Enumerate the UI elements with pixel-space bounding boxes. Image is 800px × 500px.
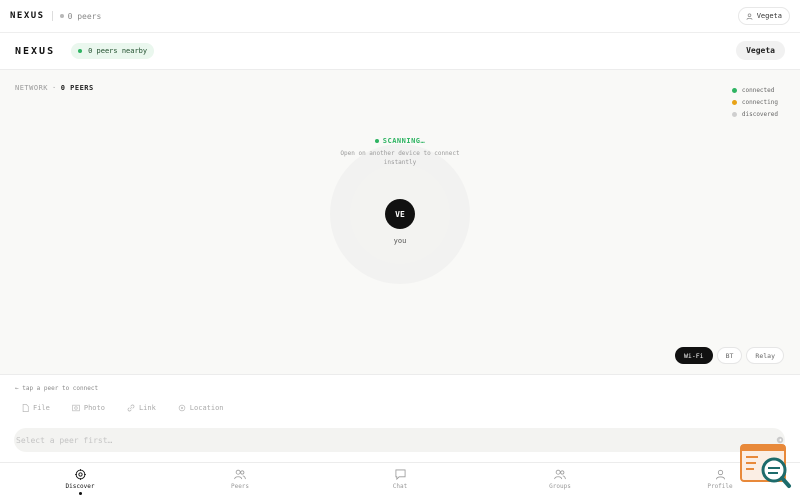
user-chip[interactable]: Vegeta: [737, 7, 790, 25]
nearby-label: 0 peers nearby: [88, 47, 148, 55]
compass-icon: [74, 469, 86, 480]
network-label: NETWORK · 0 PEERS: [15, 84, 94, 92]
page-title: NEXUS: [15, 45, 56, 57]
attach-photo-button[interactable]: Photo: [72, 404, 105, 412]
scan-hint: Open on another device to connect instan…: [0, 149, 800, 167]
attach-link-button[interactable]: Link: [127, 404, 156, 412]
scan-hint-line: Open on another device to connect: [340, 150, 460, 157]
users-icon: [234, 469, 246, 480]
transport-switcher: Wi-Fi BT Relay: [671, 347, 784, 364]
legend-dot-connected: [731, 87, 737, 93]
nearby-badge: 0 peers nearby: [71, 43, 155, 59]
legend-dot-connecting: [731, 99, 737, 105]
message-input[interactable]: [14, 428, 785, 452]
nearby-dot: [78, 49, 83, 53]
nav-label: Chat: [392, 483, 408, 490]
attach-photo-label: Photo: [83, 404, 105, 412]
attach-link-label: Link: [138, 404, 156, 412]
network-view: NETWORK · 0 PEERS connected connecting dis…: [0, 70, 800, 375]
transport-wifi[interactable]: Wi-Fi: [675, 347, 713, 364]
legend-label: discovered: [741, 110, 778, 118]
self-label: you: [393, 237, 407, 245]
user-icon: [715, 469, 725, 480]
network-label-text: NETWORK: [15, 84, 49, 92]
nav-label: Groups: [549, 483, 571, 490]
network-label-separator: ·: [52, 84, 57, 92]
scan-hint-line: instantly: [383, 159, 417, 166]
attach-location-button[interactable]: Location: [178, 404, 224, 412]
attach-location-label: Location: [189, 404, 224, 412]
user-icon: [746, 12, 753, 20]
nav-label: Peers: [230, 483, 250, 490]
bottom-nav: Discover Peers Chat Groups Profile: [0, 462, 800, 500]
file-icon: [22, 404, 29, 412]
nav-peers[interactable]: Peers: [160, 463, 320, 500]
location-icon: [178, 404, 186, 412]
legend-item-discovered: discovered: [731, 108, 778, 120]
legend-label: connecting: [741, 98, 778, 106]
chat-icon: [395, 469, 405, 480]
attach-file-button[interactable]: File: [22, 404, 50, 412]
legend-dot-discovered: [731, 111, 737, 117]
nav-chat[interactable]: Chat: [320, 463, 480, 500]
send-icon[interactable]: [776, 436, 784, 444]
user-button-label: Vegeta: [746, 46, 775, 55]
network-peer-count: 0 PEERS: [60, 84, 94, 92]
nav-discover[interactable]: Discover: [0, 463, 160, 500]
user-chip-label: Vegeta: [756, 12, 782, 20]
attachment-bar: File Photo Link Location: [22, 404, 246, 412]
link-icon: [127, 404, 135, 412]
page-header: NEXUS 0 peers nearby Vegeta: [0, 33, 800, 70]
transport-bt[interactable]: BT: [716, 347, 743, 364]
photo-icon: [72, 404, 80, 412]
legend-label: connected: [741, 86, 775, 94]
scan-dot: [374, 139, 379, 143]
app-title: NEXUS: [10, 11, 45, 21]
legend-item-connected: connected: [731, 84, 778, 96]
top-bar: NEXUS 0 peers Vegeta: [0, 0, 800, 33]
transport-relay[interactable]: Relay: [746, 347, 784, 364]
group-icon: [554, 469, 566, 480]
scan-status-label: SCANNING…: [0, 137, 800, 145]
scan-status: SCANNING… Open on another device to conn…: [0, 137, 800, 167]
legend: connected connecting discovered: [731, 84, 778, 120]
watermark-logo: [740, 444, 791, 488]
nav-label: Profile: [707, 483, 733, 490]
peer-count: 0 peers: [67, 11, 102, 21]
tap-hint: ← tap a peer to connect: [15, 385, 99, 392]
divider: [51, 11, 53, 21]
active-indicator: [78, 492, 82, 495]
nav-label: Discover: [65, 483, 95, 490]
attach-file-label: File: [33, 404, 50, 412]
legend-item-connecting: connecting: [731, 96, 778, 108]
peer-status-dot: [59, 14, 64, 18]
self-avatar[interactable]: VE: [385, 199, 415, 229]
scan-status-text: SCANNING…: [382, 137, 426, 145]
user-button[interactable]: Vegeta: [736, 41, 785, 60]
nav-groups[interactable]: Groups: [480, 463, 640, 500]
